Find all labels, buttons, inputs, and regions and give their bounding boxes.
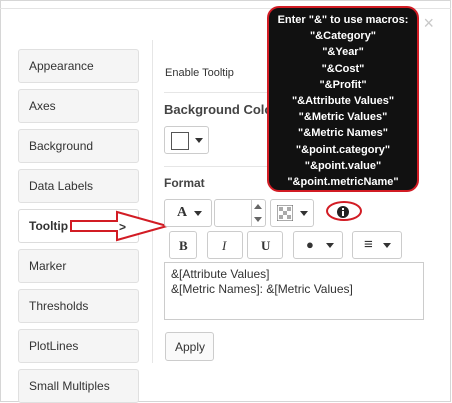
sidebar-item-background[interactable]: Background [18,129,139,163]
macro-line: "&point.value" [304,159,382,172]
enable-tooltip-label[interactable]: Enable Tooltip [165,67,234,79]
pattern-picker[interactable] [270,199,314,227]
macro-tooltip: Enter "&" to use macros: "&Category" "&Y… [267,6,419,192]
chevron-down-icon [300,211,308,216]
chevron-down-icon [326,243,334,248]
apply-label: Apply [175,340,206,354]
close-icon[interactable]: × [423,14,434,32]
sidebar-item-small-multiples[interactable]: Small Multiples [18,369,139,403]
macro-line: "&Metric Values" [298,111,388,124]
sidebar-item-marker[interactable]: Marker [18,249,139,283]
chevron-down-icon [194,211,202,216]
underline-label: U [261,238,271,253]
font-family-dropdown[interactable]: A [164,199,212,227]
italic-button[interactable]: I [207,231,243,259]
underline-button[interactable]: U [247,231,283,259]
sidebar-item-thresholds[interactable]: Thresholds [18,289,139,323]
bullet-style-dropdown[interactable]: ● [293,231,343,259]
font-icon: A [177,205,188,220]
macro-line: "&Category" [309,30,377,43]
font-size-stepper[interactable] [214,199,266,227]
chevron-down-icon [383,243,391,248]
macro-line: "&Metric Names" [298,127,388,140]
macro-line: Enter "&" to use macros: [277,14,409,26]
sidebar-item-plotlines[interactable]: PlotLines [18,329,139,363]
spinner-arrows-icon[interactable] [254,204,262,222]
sidebar-divider [152,40,153,363]
tooltip-template-textarea[interactable]: &[Attribute Values] &[Metric Names]: &[M… [164,262,424,320]
macro-line: "&Attribute Values" [291,95,395,108]
template-text: &[Attribute Values] &[Metric Names]: &[M… [171,267,353,296]
macro-line: "&Profit" [319,78,367,91]
sidebar-item-appearance[interactable]: Appearance [18,49,139,83]
pointer-label: > [119,220,127,234]
info-highlight [326,201,362,221]
bold-button[interactable]: B [169,231,197,259]
background-color-picker[interactable] [164,126,209,154]
macro-line: "&Year" [322,46,364,59]
bold-label: B [179,238,188,253]
macro-line: "&point.metricName" [287,176,399,189]
align-left-icon: ≡ [364,236,373,253]
apply-button[interactable]: Apply [165,332,214,361]
macro-line: "&point.category" [295,143,391,156]
sidebar-item-data-labels[interactable]: Data Labels [18,169,139,203]
alignment-dropdown[interactable]: ≡ [352,231,402,259]
macro-line: "&Cost" [321,62,365,75]
background-color-label: Background Color [164,102,278,117]
color-swatch [171,132,189,150]
format-label: Format [164,176,205,190]
font-size-input[interactable] [215,200,252,226]
bullet-icon: ● [306,237,314,252]
chevron-down-icon [195,138,203,143]
sidebar-item-axes[interactable]: Axes [18,89,139,123]
pattern-swatch-icon [277,205,293,221]
italic-label: I [222,238,227,253]
